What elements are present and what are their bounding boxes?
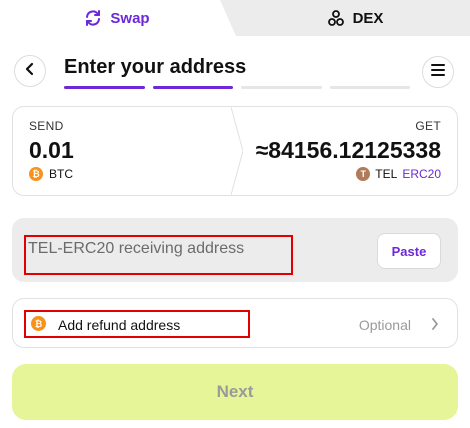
tab-swap-label: Swap — [110, 9, 150, 27]
exchange-quote-card: SEND 0.01 ₿ BTC GET ≈84156.12125338 T TE… — [12, 106, 458, 196]
refund-address-row[interactable]: ₿ Add refund address Optional — [12, 298, 458, 348]
progress-step-1 — [64, 86, 145, 89]
dex-nodes-icon — [327, 9, 345, 27]
get-label: GET — [415, 119, 441, 133]
receiving-address-field: Paste — [12, 218, 458, 282]
back-button[interactable] — [14, 55, 46, 87]
step-progress — [64, 86, 410, 89]
menu-button[interactable] — [422, 56, 454, 88]
send-coin-ticker: BTC — [49, 167, 73, 181]
paste-button[interactable]: Paste — [377, 233, 441, 269]
get-coin-ticker: TEL — [375, 167, 398, 181]
chevron-left-icon — [24, 62, 36, 81]
tab-dex[interactable]: DEX — [220, 0, 470, 36]
mode-tabs: Swap DEX — [0, 0, 470, 36]
refund-address-label: Add refund address — [58, 317, 181, 333]
hamburger-icon — [431, 63, 445, 81]
progress-step-4 — [329, 86, 410, 89]
progress-step-2 — [152, 86, 233, 89]
receiving-address-input[interactable] — [28, 240, 328, 258]
tel-coin-icon: T — [356, 167, 371, 181]
get-coin[interactable]: T TEL ERC20 — [356, 167, 441, 181]
page-title: Enter your address — [64, 56, 247, 78]
send-coin[interactable]: ₿ BTC — [29, 167, 73, 181]
send-amount: 0.01 — [29, 137, 74, 163]
btc-coin-icon: ₿ — [29, 167, 43, 181]
quote-divider — [231, 107, 243, 195]
get-coin-network: ERC20 — [402, 167, 441, 181]
send-label: SEND — [29, 119, 64, 133]
next-button[interactable]: Next — [12, 364, 458, 420]
tab-swap[interactable]: Swap — [0, 0, 234, 36]
refund-optional-hint: Optional — [358, 317, 411, 333]
chevron-right-icon — [431, 317, 439, 335]
swap-arrows-icon — [84, 9, 102, 27]
progress-step-3 — [241, 86, 322, 89]
btc-coin-icon: ₿ — [31, 316, 46, 331]
get-amount: ≈84156.12125338 — [255, 137, 441, 163]
tab-dex-label: DEX — [352, 9, 384, 27]
